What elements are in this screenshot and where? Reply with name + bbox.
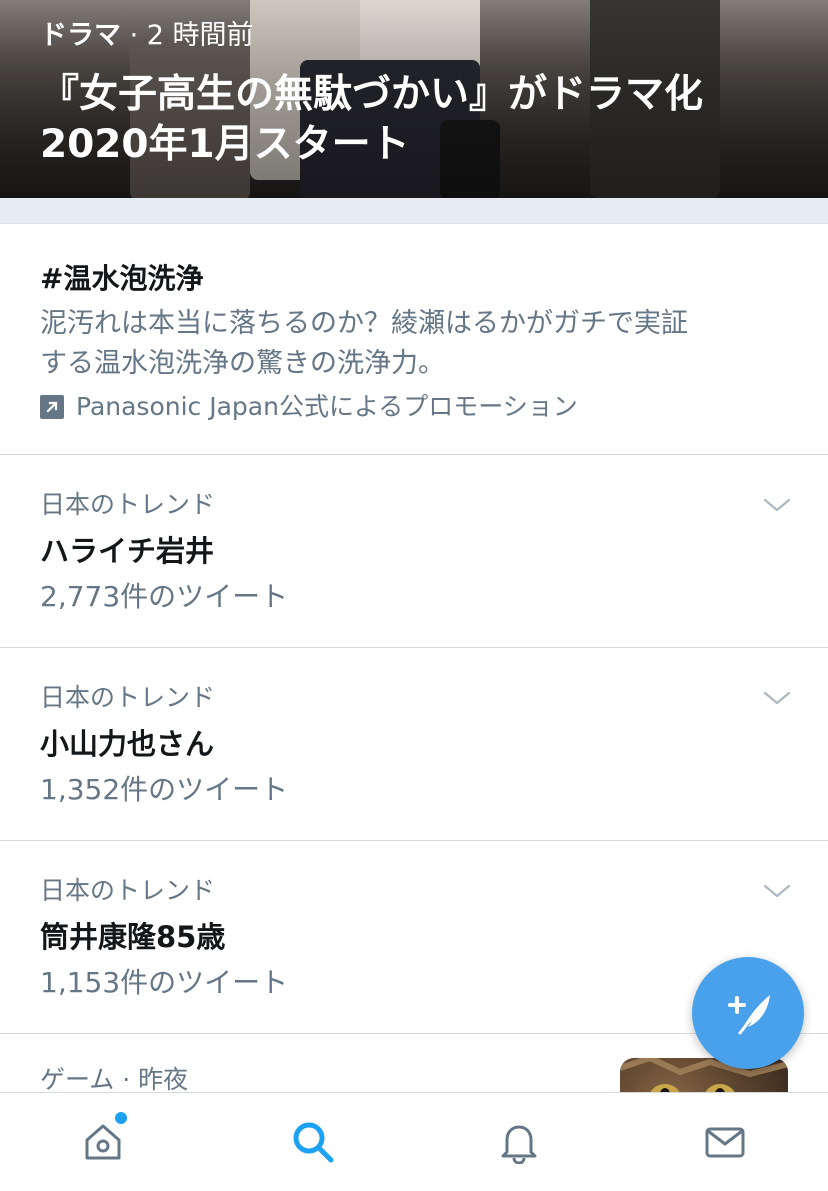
search-icon [293, 1122, 334, 1163]
mail-icon [705, 1127, 745, 1158]
chevron-down-icon[interactable] [762, 495, 792, 515]
home-icon [85, 1124, 121, 1160]
promoted-sponsor: Panasonic Japan公式によるプロモーション [40, 390, 578, 424]
home-unread-dot [113, 1110, 129, 1126]
promoted-description-line2: する温水泡洗浄の驚きの洗浄力。 [40, 348, 445, 379]
hero-title-line1: 『女子高生の無駄づかい』がドラマ化 [40, 72, 704, 117]
trend-context: 日本のトレンド [40, 490, 216, 519]
chevron-down-icon[interactable] [762, 688, 792, 708]
hero-category: ドラマ [40, 20, 121, 51]
trend-context: 日本のトレンド [40, 876, 216, 905]
trend-context: 日本のトレンド [40, 683, 216, 712]
hero-time: · 2 時間前 [129, 20, 254, 51]
trend-tweet-count: 1,153件のツイート [40, 966, 289, 999]
tab-notifications[interactable] [494, 1117, 544, 1167]
tab-messages[interactable] [700, 1117, 750, 1167]
story-context: ゲーム · 昨夜 [40, 1065, 189, 1092]
trend-tweet-count: 2,773件のツイート [40, 580, 289, 613]
hero-meta: ドラマ · 2 時間前 [40, 18, 254, 54]
trend-item[interactable]: 日本のトレンド 小山力也さん 1,352件のツイート [0, 648, 828, 841]
trend-tweet-count: 1,352件のツイート [40, 773, 289, 806]
promoted-trend[interactable]: #温水泡洗浄 泥汚れは本当に落ちるのか？綾瀬はるかがガチで実証 する温水泡洗浄の… [0, 224, 828, 455]
compose-tweet-button[interactable] [692, 957, 804, 1069]
tab-search[interactable] [288, 1117, 338, 1167]
trend-item[interactable]: 日本のトレンド ハライチ岩井 2,773件のツイート [0, 455, 828, 648]
compose-quill-icon [728, 995, 770, 1035]
section-separator [0, 198, 828, 224]
promoted-description: 泥汚れは本当に落ちるのか？綾瀬はるかがガチで実証 する温水泡洗浄の驚きの洗浄力。 [40, 304, 780, 384]
hero-story-card[interactable]: ドラマ · 2 時間前 『女子高生の無駄づかい』がドラマ化 2020年1月スター… [0, 0, 828, 198]
bell-icon [501, 1125, 537, 1164]
promoted-hashtag: #温水泡洗浄 [40, 262, 204, 295]
promoted-arrow-icon [40, 395, 64, 419]
promoted-description-line1: 泥汚れは本当に落ちるのか？綾瀬はるかがガチで実証 [40, 308, 688, 339]
trend-name: 筒井康隆85歳 [40, 920, 226, 954]
hero-title: 『女子高生の無駄づかい』がドラマ化 2020年1月スタート [40, 70, 800, 170]
trend-name: ハライチ岩井 [40, 534, 215, 568]
chevron-down-icon[interactable] [762, 881, 792, 901]
bottom-tab-bar [0, 1092, 828, 1191]
promoted-sponsor-label: Panasonic Japan公式によるプロモーション [76, 392, 578, 421]
hero-title-line2: 2020年1月スタート [40, 122, 410, 167]
trend-name: 小山力也さん [40, 727, 215, 761]
